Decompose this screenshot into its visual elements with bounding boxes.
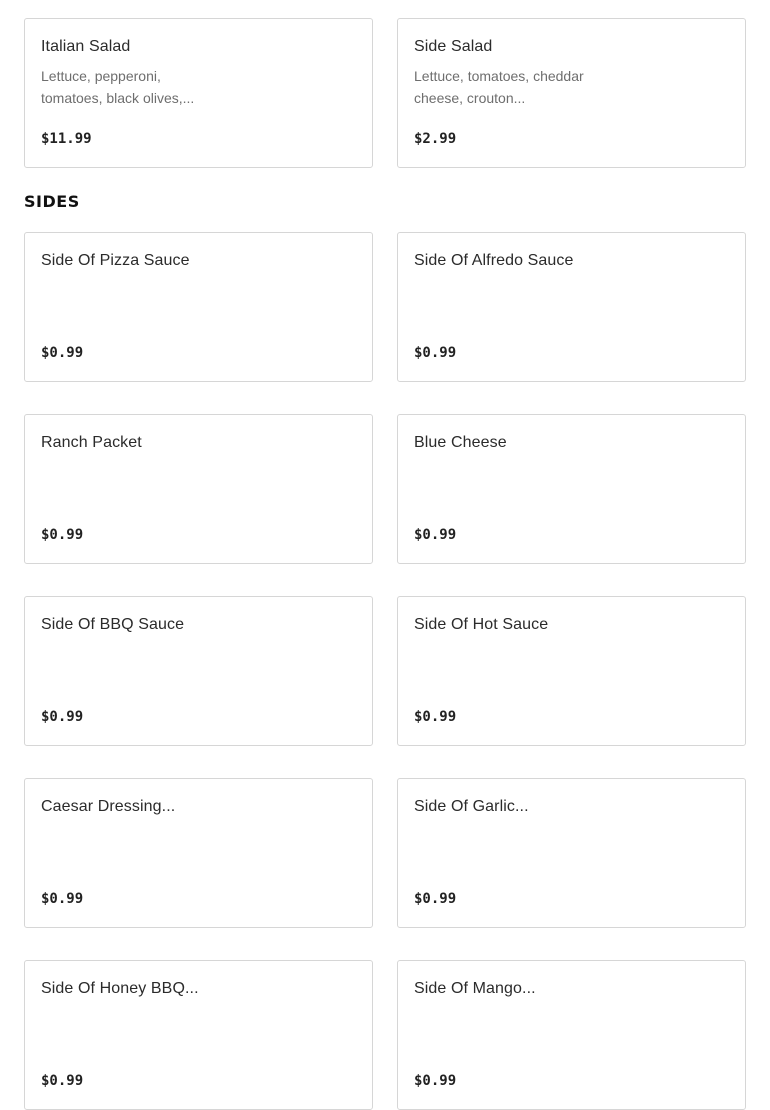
item-name: Side Salad: [414, 38, 493, 55]
item-price: $0.99: [41, 1073, 84, 1089]
menu-item-card[interactable]: Side Of Garlic... $0.99: [397, 778, 746, 928]
section-heading-sides: SIDES: [24, 192, 80, 211]
item-price: $2.99: [414, 131, 457, 147]
item-price: $0.99: [414, 709, 457, 725]
menu-item-card[interactable]: Side Of Pizza Sauce $0.99: [24, 232, 373, 382]
item-price: $0.99: [414, 891, 457, 907]
item-price: $0.99: [414, 345, 457, 361]
item-name: Side Of Pizza Sauce: [41, 252, 190, 269]
item-description: Lettuce, pepperoni, tomatoes, black oliv…: [41, 68, 195, 106]
menu-item-card[interactable]: Side Salad Lettuce, tomatoes, cheddar ch…: [397, 18, 746, 168]
item-price: $0.99: [41, 709, 84, 725]
menu-item-card[interactable]: Side Of BBQ Sauce $0.99: [24, 596, 373, 746]
item-price: $0.99: [41, 891, 84, 907]
menu-item-card[interactable]: Caesar Dressing... $0.99: [24, 778, 373, 928]
menu-item-card[interactable]: Ranch Packet $0.99: [24, 414, 373, 564]
sides-grid: Side Of Pizza Sauce $0.99 Side Of Alfred…: [24, 232, 746, 1110]
item-name: Blue Cheese: [414, 434, 507, 451]
item-name: Caesar Dressing...: [41, 798, 176, 815]
item-name: Side Of Alfredo Sauce: [414, 252, 574, 269]
item-name: Italian Salad: [41, 38, 131, 55]
item-name: Side Of Hot Sauce: [414, 616, 549, 633]
item-price: $11.99: [41, 131, 92, 147]
item-price: $0.99: [41, 527, 84, 543]
menu-item-card[interactable]: Side Of Alfredo Sauce $0.99: [397, 232, 746, 382]
item-price: $0.99: [41, 345, 84, 361]
menu-item-card[interactable]: Side Of Mango... $0.99: [397, 960, 746, 1110]
item-name: Side Of Mango...: [414, 980, 536, 997]
menu-item-card[interactable]: Italian Salad Lettuce, pepperoni, tomato…: [24, 18, 373, 168]
item-name: Side Of BBQ Sauce: [41, 616, 185, 633]
item-name: Ranch Packet: [41, 434, 142, 451]
item-price: $0.99: [414, 1073, 457, 1089]
item-name: Side Of Garlic...: [414, 798, 529, 815]
menu-item-card[interactable]: Side Of Honey BBQ... $0.99: [24, 960, 373, 1110]
salads-grid: Italian Salad Lettuce, pepperoni, tomato…: [24, 18, 746, 168]
item-name: Side Of Honey BBQ...: [41, 980, 199, 997]
item-price: $0.99: [414, 527, 457, 543]
item-description: Lettuce, tomatoes, cheddar cheese, crout…: [414, 68, 584, 106]
menu-item-card[interactable]: Blue Cheese $0.99: [397, 414, 746, 564]
menu-item-card[interactable]: Side Of Hot Sauce $0.99: [397, 596, 746, 746]
